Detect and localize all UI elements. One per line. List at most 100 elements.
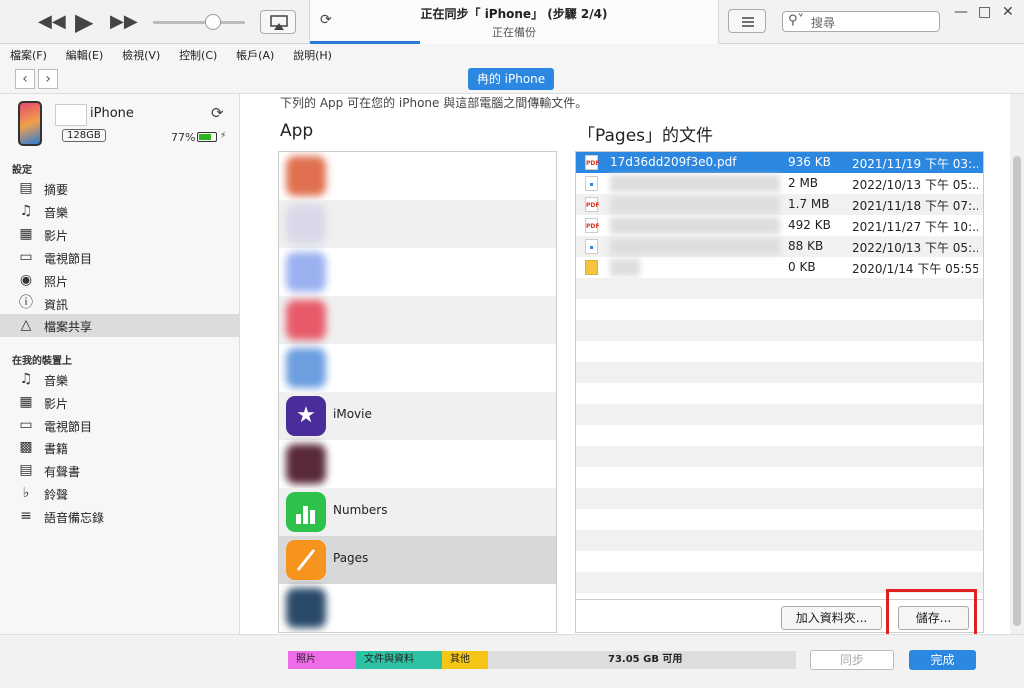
menu-view[interactable]: 檢視(V)	[112, 44, 165, 63]
document-row[interactable]: ▪ 2 MB 2022/10/13 下午 05:...	[576, 173, 983, 194]
document-row[interactable]: 0 KB 2020/1/14 下午 05:55	[576, 257, 983, 278]
app-row-pages[interactable]: Pages	[279, 536, 556, 584]
menu-account[interactable]: 帳戶(A)	[226, 44, 279, 63]
charging-icon: ⚡	[220, 131, 227, 141]
done-button[interactable]: 完成	[909, 650, 976, 670]
document-date: 2022/10/13 下午 05:...	[852, 241, 978, 255]
scrollbar-thumb[interactable]	[1013, 156, 1021, 626]
sidebar-item-device-movies[interactable]: ▦ 影片	[0, 391, 239, 414]
redacted-name	[610, 259, 640, 276]
sidebar-item-music[interactable]: ♫ 音樂	[0, 200, 239, 223]
sidebar-item-label: 檔案共享	[44, 320, 93, 334]
document-size: 936 KB	[788, 155, 831, 169]
app-row[interactable]	[279, 248, 556, 296]
rewind-icon[interactable]: ◀◀	[38, 11, 66, 32]
audiobook-icon: ▤	[19, 462, 33, 478]
sidebar-item-label: 音樂	[44, 206, 69, 220]
battery-percent: 77%	[171, 131, 196, 144]
storage-segment-documents: 文件與資料	[356, 651, 442, 669]
menu-help[interactable]: 說明(H)	[283, 44, 337, 63]
scrollbar[interactable]	[1010, 94, 1024, 634]
music-icon: ♫	[19, 371, 33, 387]
menu-bar: 檔案(F) 編輯(E) 檢視(V) 控制(C) 帳戶(A) 說明(H)	[0, 44, 1024, 64]
document-row[interactable]: ▪ 88 KB 2022/10/13 下午 05:...	[576, 236, 983, 257]
document-row[interactable]: PDF 1.7 MB 2021/11/18 下午 07:...	[576, 194, 983, 215]
redacted-name	[610, 217, 780, 234]
app-icon	[286, 300, 326, 340]
sidebar-item-device-music[interactable]: ♫ 音樂	[0, 368, 239, 391]
close-icon[interactable]: ✕	[1002, 4, 1014, 20]
empty-row	[576, 446, 983, 467]
app-icon	[286, 204, 326, 244]
sidebar-item-label: 音樂	[44, 374, 69, 388]
app-row[interactable]	[279, 200, 556, 248]
forward-button[interactable]: ›	[38, 69, 58, 89]
empty-row	[576, 488, 983, 509]
volume-knob[interactable]	[205, 14, 221, 30]
app-row[interactable]	[279, 440, 556, 488]
app-row-imovie[interactable]: ★ iMovie	[279, 392, 556, 440]
maximize-icon[interactable]: □	[978, 4, 991, 20]
menu-file[interactable]: 檔案(F)	[0, 44, 52, 63]
minimize-icon[interactable]: —	[954, 4, 968, 20]
document-row[interactable]: PDF 492 KB 2021/11/27 下午 10:...	[576, 215, 983, 236]
sidebar-item-label: 書籍	[44, 442, 69, 456]
menu-edit[interactable]: 編輯(E)	[56, 44, 109, 63]
document-size: 88 KB	[788, 239, 824, 253]
status-display: ⟳ 正在同步「 iPhone」 (步驟 2/4) 正在備份	[309, 0, 719, 44]
sidebar-item-summary[interactable]: ▤ 摘要	[0, 177, 239, 200]
sidebar-item-tv[interactable]: ▭ 電視節目	[0, 246, 239, 269]
add-folder-button[interactable]: 加入資料夾...	[781, 606, 882, 630]
sidebar-item-label: 電視節目	[44, 252, 93, 266]
app-row[interactable]	[279, 296, 556, 344]
sync-button[interactable]: 同步	[810, 650, 894, 670]
sidebar-item-label: 照片	[44, 275, 69, 289]
search-input[interactable]: ⚲˅ 搜尋	[782, 11, 940, 32]
menu-controls[interactable]: 控制(C)	[169, 44, 222, 63]
sidebar-item-device-books[interactable]: ▩ 書籍	[0, 436, 239, 459]
app-icon	[286, 444, 326, 484]
sync-icon[interactable]: ⟳	[211, 104, 224, 122]
sidebar-item-info[interactable]: ⓘ 資訊	[0, 292, 239, 315]
storage-segment-other: 其他	[442, 651, 488, 669]
list-view-button[interactable]	[728, 9, 766, 33]
sidebar-item-movies[interactable]: ▦ 影片	[0, 223, 239, 246]
app-row[interactable]	[279, 584, 556, 632]
sidebar-item-photos[interactable]: ◉ 照片	[0, 269, 239, 292]
bell-icon: ♭	[22, 485, 30, 501]
pdf-file-icon: PDF	[585, 155, 599, 170]
sidebar-item-file-sharing[interactable]: △ 檔案共享	[0, 314, 239, 337]
document-size: 2 MB	[788, 176, 819, 190]
app-name: iMovie	[333, 407, 372, 421]
empty-row	[576, 362, 983, 383]
app-row[interactable]	[279, 344, 556, 392]
sidebar-item-device-tones[interactable]: ♭ 鈴聲	[0, 482, 239, 505]
device-tab[interactable]: 冉的 iPhone	[468, 68, 554, 90]
sidebar-item-label: 電視節目	[44, 420, 93, 434]
search-icon: ⚲˅	[788, 13, 805, 28]
sidebar-item-label: 鈴聲	[44, 488, 69, 502]
document-row[interactable]: PDF 17d36dd209f3e0.pdf 936 KB 2021/11/19…	[576, 152, 983, 173]
sidebar-item-device-tv[interactable]: ▭ 電視節目	[0, 414, 239, 437]
empty-row	[576, 530, 983, 551]
pages-icon	[286, 540, 326, 580]
app-row[interactable]	[279, 152, 556, 200]
airplay-button[interactable]	[260, 10, 296, 34]
volume-slider[interactable]	[153, 21, 245, 24]
sidebar-item-device-voice-memos[interactable]: ≡ 語音備忘錄	[0, 505, 239, 528]
play-icon[interactable]: ▶	[75, 8, 93, 36]
sidebar-item-label: 語音備忘錄	[44, 511, 105, 525]
back-button[interactable]: ‹	[15, 69, 35, 89]
fast-forward-icon[interactable]: ▶▶	[110, 11, 138, 32]
sync-title: 正在同步「 iPhone」 (步驟 2/4)	[420, 7, 608, 21]
document-name: 17d36dd209f3e0.pdf	[610, 155, 737, 169]
iphone-device-icon	[18, 101, 42, 146]
numbers-icon	[286, 492, 326, 532]
app-name: Pages	[333, 551, 369, 565]
document-date: 2021/11/27 下午 10:...	[852, 220, 978, 234]
sidebar-item-device-audiobooks[interactable]: ▤ 有聲書	[0, 459, 239, 482]
summary-icon: ▤	[19, 180, 33, 196]
app-row-numbers[interactable]: Numbers	[279, 488, 556, 536]
app-icon	[286, 348, 326, 388]
voice-memo-icon: ≡	[20, 508, 32, 524]
